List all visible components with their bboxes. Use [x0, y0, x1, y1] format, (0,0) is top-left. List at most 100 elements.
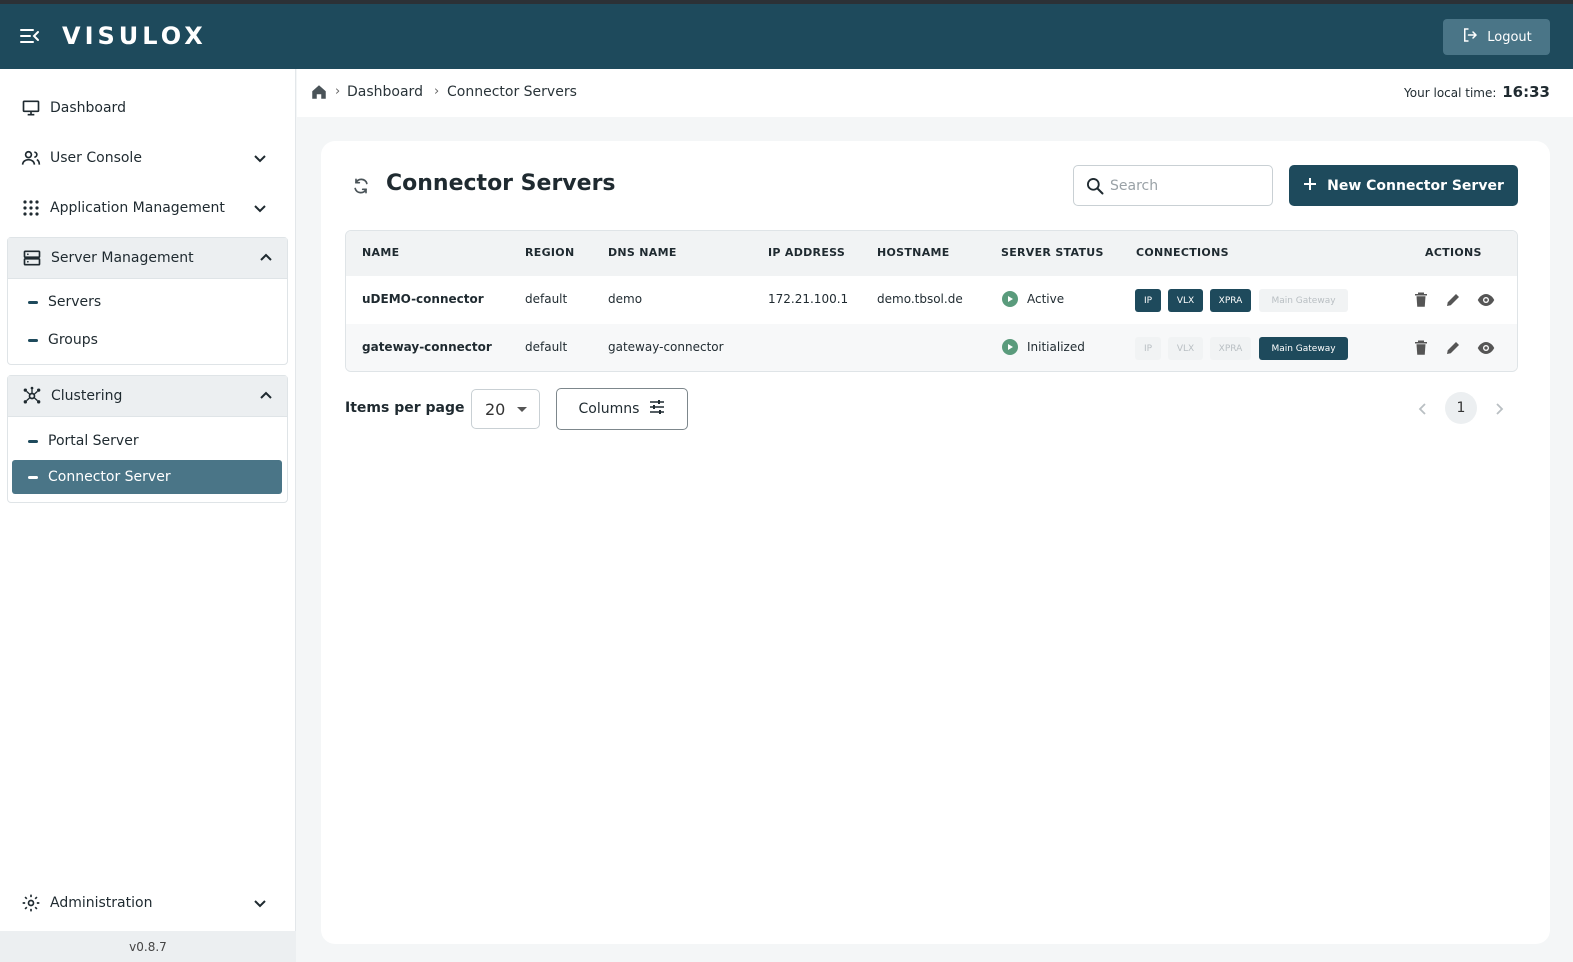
- sidebar-item-portal-server[interactable]: Portal Server: [12, 424, 282, 458]
- main-card: Connector Servers New Connector Server N…: [321, 141, 1550, 944]
- columns-label: Columns: [578, 401, 640, 417]
- column-header-dns-name[interactable]: DNS NAME: [608, 246, 677, 259]
- connection-chip-main-gateway: Main Gateway: [1259, 289, 1348, 312]
- pencil-icon[interactable]: [1444, 291, 1462, 309]
- server-management-group: Server Management Servers Groups: [7, 237, 288, 365]
- connection-chip-vlx: VLX: [1168, 289, 1203, 312]
- sidebar-item-user-console[interactable]: User Console: [12, 138, 286, 178]
- sidebar-label-servers: Servers: [48, 294, 102, 310]
- local-time-value: 16:33: [1502, 83, 1550, 101]
- sidebar-item-connector-server[interactable]: Connector Server: [12, 460, 282, 494]
- cell-dns-name: gateway-connector: [608, 340, 724, 354]
- sidebar-item-server-management[interactable]: Server Management: [13, 238, 287, 278]
- chevron-left-icon[interactable]: [1413, 399, 1433, 419]
- sidebar-label-groups: Groups: [48, 332, 98, 348]
- sidebar-label-portal-server: Portal Server: [48, 433, 139, 449]
- sidebar-item-servers[interactable]: Servers: [12, 285, 282, 319]
- clustering-group: Clustering Portal Server Connector Serve…: [7, 375, 288, 503]
- connection-chip-main-gateway: Main Gateway: [1259, 337, 1348, 360]
- grid-icon: [20, 197, 42, 219]
- cell-region: default: [525, 340, 568, 354]
- dash-icon: [28, 439, 38, 443]
- server-icon: [21, 247, 43, 269]
- sidebar-item-administration[interactable]: Administration: [12, 883, 286, 923]
- sidebar-item-application-management[interactable]: Application Management: [12, 188, 286, 228]
- sidebar-item-dashboard[interactable]: Dashboard: [12, 88, 286, 128]
- table-row[interactable]: gateway-connector default gateway-connec…: [346, 324, 1517, 371]
- sidebar-label-connector-server: Connector Server: [48, 469, 171, 485]
- items-per-page-select[interactable]: 20: [471, 389, 540, 429]
- play-icon: [1002, 291, 1018, 307]
- search-input[interactable]: [1110, 176, 1260, 196]
- sidebar-item-clustering[interactable]: Clustering: [13, 376, 287, 416]
- items-per-page-value: 20: [485, 400, 506, 419]
- items-per-page-label: Items per page: [345, 400, 465, 416]
- columns-button[interactable]: Columns: [556, 388, 688, 430]
- logout-label: Logout: [1487, 29, 1532, 45]
- new-connector-server-button[interactable]: New Connector Server: [1289, 165, 1518, 206]
- table-row[interactable]: uDEMO-connector default demo 172.21.100.…: [346, 276, 1517, 324]
- status-text: Initialized: [1027, 340, 1085, 354]
- chevron-up-icon: [258, 250, 274, 266]
- search-field[interactable]: [1073, 165, 1273, 206]
- dash-icon: [28, 300, 38, 304]
- cell-ip-address: 172.21.100.1: [768, 292, 849, 306]
- chevron-down-icon: [252, 150, 268, 166]
- status-text: Active: [1027, 292, 1065, 306]
- sidebar-label-user-console: User Console: [50, 150, 142, 166]
- connection-chip-xpra: XPRA: [1210, 289, 1251, 312]
- cell-server-status: Initialized: [1002, 339, 1085, 355]
- eye-icon[interactable]: [1476, 291, 1495, 309]
- column-header-server-status[interactable]: SERVER STATUS: [1001, 246, 1104, 259]
- users-icon: [20, 147, 42, 169]
- sidebar-label-administration: Administration: [50, 895, 153, 911]
- column-header-name[interactable]: NAME: [362, 246, 399, 259]
- column-header-hostname[interactable]: HOSTNAME: [877, 246, 950, 259]
- breadcrumb-separator: ›: [434, 84, 440, 99]
- chevron-right-icon[interactable]: [1489, 399, 1509, 419]
- new-connector-server-label: New Connector Server: [1327, 177, 1504, 194]
- sidebar-label-dashboard: Dashboard: [50, 100, 126, 116]
- server-management-header[interactable]: Server Management: [8, 238, 287, 279]
- local-time: Your local time: 16:33: [1404, 83, 1550, 101]
- sidebar-item-groups[interactable]: Groups: [12, 323, 282, 357]
- page-number-current[interactable]: 1: [1445, 392, 1477, 424]
- pencil-icon[interactable]: [1444, 339, 1462, 357]
- trash-icon[interactable]: [1412, 291, 1430, 309]
- menu-icon[interactable]: [18, 24, 42, 48]
- eye-icon[interactable]: [1476, 339, 1495, 357]
- cell-hostname: demo.tbsol.de: [877, 292, 963, 306]
- cluster-icon: [21, 385, 43, 407]
- cell-name: gateway-connector: [362, 340, 492, 354]
- cell-dns-name: demo: [608, 292, 643, 306]
- dash-icon: [28, 338, 38, 342]
- search-icon: [1085, 176, 1105, 196]
- column-header-ip-address[interactable]: IP ADDRESS: [768, 246, 845, 259]
- breadcrumb-dashboard[interactable]: Dashboard: [347, 84, 423, 100]
- logout-icon: [1461, 26, 1479, 48]
- column-header-region[interactable]: REGION: [525, 246, 574, 259]
- monitor-icon: [20, 97, 42, 119]
- top-bar: VISULOX Logout: [0, 4, 1573, 69]
- column-header-actions: ACTIONS: [1425, 246, 1482, 259]
- connection-chip-ip: IP: [1135, 289, 1161, 312]
- brand-name: VISULOX: [62, 22, 207, 50]
- clustering-header[interactable]: Clustering: [8, 376, 287, 417]
- sidebar-label-application-management: Application Management: [50, 200, 225, 216]
- breadcrumb-current: Connector Servers: [447, 84, 577, 100]
- sidebar-label-clustering: Clustering: [51, 388, 123, 404]
- logout-button[interactable]: Logout: [1443, 19, 1550, 55]
- plus-icon: [1303, 177, 1317, 195]
- cell-name: uDEMO-connector: [362, 292, 484, 306]
- trash-icon[interactable]: [1412, 339, 1430, 357]
- home-icon[interactable]: [310, 83, 328, 101]
- table-header: NAME REGION DNS NAME IP ADDRESS HOSTNAME…: [346, 231, 1517, 276]
- chevron-up-icon: [258, 388, 274, 404]
- page-title: Connector Servers: [386, 171, 616, 196]
- refresh-icon[interactable]: [351, 176, 371, 196]
- column-header-connections[interactable]: CONNECTIONS: [1136, 246, 1229, 259]
- cell-region: default: [525, 292, 568, 306]
- cell-server-status: Active: [1002, 291, 1064, 307]
- brand-logo[interactable]: VISULOX: [62, 22, 207, 50]
- sidebar-label-server-management: Server Management: [51, 250, 194, 266]
